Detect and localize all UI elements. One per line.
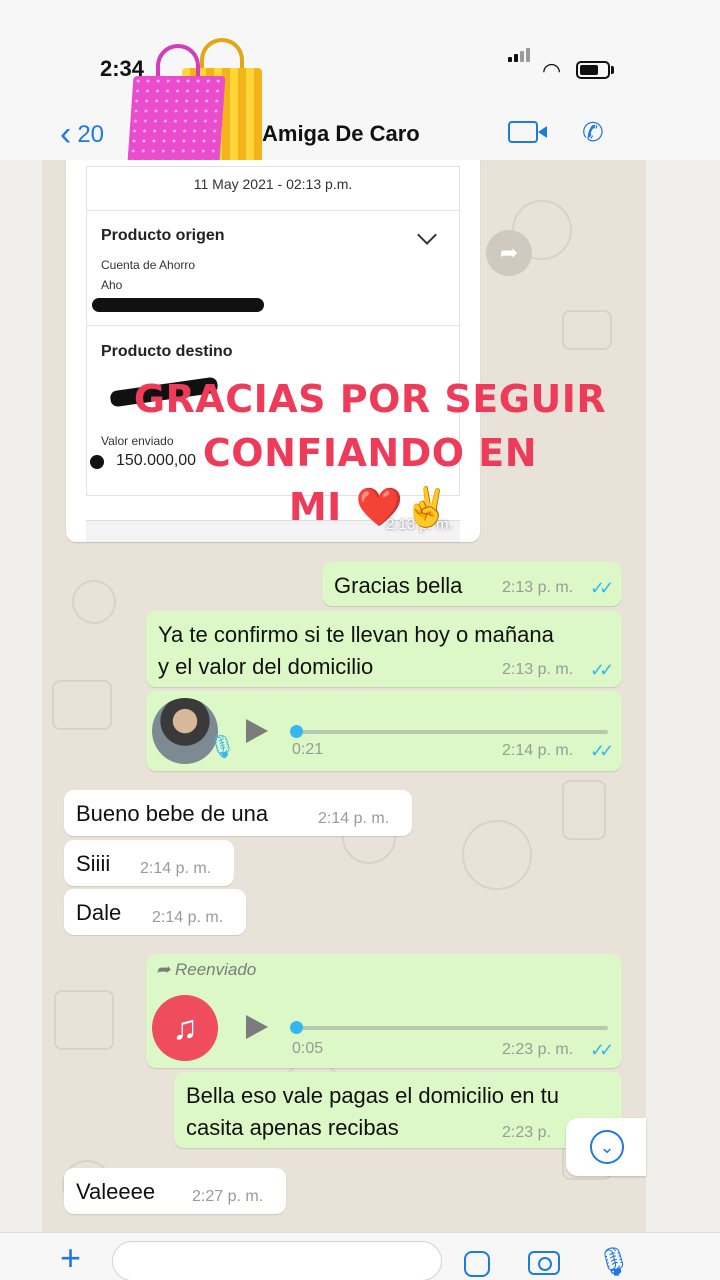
read-ticks-icon: ✓✓ [590,578,614,598]
victory-hand-emoji: ✌️ [403,485,452,529]
sticker-icon[interactable] [464,1251,490,1277]
redaction-mark [92,298,264,312]
shopping-bags-sticker [126,38,266,178]
message-text: Gracias bella [334,573,463,598]
chevron-down-icon: ⌄ [590,1130,624,1164]
video-call-icon[interactable] [508,121,547,143]
incoming-message[interactable]: Siiii 2:14 p. m. [64,840,234,886]
message-text: Dale [76,900,122,925]
audio-duration: 0:05 [292,1040,324,1057]
incoming-message[interactable]: Bueno bebe de una 2:14 p. m. [64,790,412,836]
outgoing-message[interactable]: Ya te confirmo si te llevan hoy o mañana… [146,611,622,687]
read-ticks-icon: ✓✓ [590,660,614,680]
outgoing-message[interactable]: Bella eso vale pagas el domicilio en tu … [174,1072,622,1148]
message-text-line: casita apenas recibas [186,1115,399,1140]
play-icon[interactable] [246,719,268,743]
play-icon[interactable] [246,1015,268,1039]
origin-title: Producto origen [101,227,225,244]
battery-icon [576,61,610,79]
message-time: 2:27 p. m. [192,1188,264,1205]
audio-scrubber[interactable] [290,1021,303,1034]
message-input[interactable] [112,1241,442,1280]
mic-icon: 🎙 [208,734,236,759]
audio-duration: 0:21 [292,741,324,758]
origin-subtitle: Cuenta de Ahorro [101,258,196,272]
chat-header: ‹ 20 Amiga De Caro ✆ [0,105,720,163]
receipt-date: 11 May 2021 - 02:13 p.m. [193,176,353,192]
outgoing-message[interactable]: Gracias bella 2:13 p. m. ✓✓ [322,562,622,606]
message-time: 2:14 p. m. [502,742,574,759]
audio-scrubber[interactable] [290,725,303,738]
message-time: 2:23 p. m. [502,1041,574,1058]
message-text-line: Ya te confirmo si te llevan hoy o mañana [158,622,554,647]
message-text: Bueno bebe de una [76,801,269,826]
message-text: Valeeee [76,1179,156,1204]
plus-icon[interactable]: + [60,1237,81,1279]
heart-emoji: ❤️ [355,485,404,529]
camera-icon[interactable] [528,1251,560,1275]
message-text: Siiii [76,851,111,876]
message-text-line: Bella eso vale pagas el domicilio en tu [186,1083,560,1108]
chevron-left-icon: ‹ [60,115,72,153]
read-ticks-icon: ✓✓ [590,1040,614,1060]
message-time: 2:13 p. m. [502,661,574,678]
forward-arrow-icon: ➦ [156,960,171,979]
scroll-to-bottom-button[interactable]: ⌄ [566,1118,646,1176]
message-time: 2:14 p. m. [140,860,212,877]
incoming-message[interactable]: Dale 2:14 p. m. [64,889,246,935]
forward-icon[interactable]: ➦ [486,230,532,276]
message-time: 2:14 p. m. [152,909,224,926]
read-ticks-icon: ✓✓ [590,741,614,761]
message-time: 2:14 p. m. [318,810,390,827]
music-note-icon: ♫ [152,995,218,1061]
phone-call-icon[interactable]: ✆ [582,117,604,148]
back-button[interactable]: ‹ 20 [60,115,104,154]
wifi-icon: ◠ [542,58,562,83]
message-text-line: y el valor del domicilio [158,654,374,679]
unread-count: 20 [77,120,105,148]
incoming-message[interactable]: Valeeee 2:27 p. m. [64,1168,286,1214]
contact-name[interactable]: Amiga De Caro [262,121,420,147]
status-bar: 2:34 ◠ [0,0,720,105]
message-time: 2:13 p. m. [502,579,574,596]
message-input-bar: + 🎙 [0,1232,720,1280]
origin-abbr: Aho [101,278,123,292]
destination-title: Producto destino [101,343,233,360]
mic-icon[interactable]: 🎙 [596,1245,632,1278]
message-time: 2:23 p. [502,1124,551,1141]
story-caption: GRACIAS POR SEGUIR CONFIANDO EN MI ❤️✌️ [133,377,607,529]
audio-progress-track[interactable] [292,1026,608,1030]
audio-progress-track[interactable] [292,730,608,734]
forwarded-label: ➦ Reenviado [156,960,257,979]
